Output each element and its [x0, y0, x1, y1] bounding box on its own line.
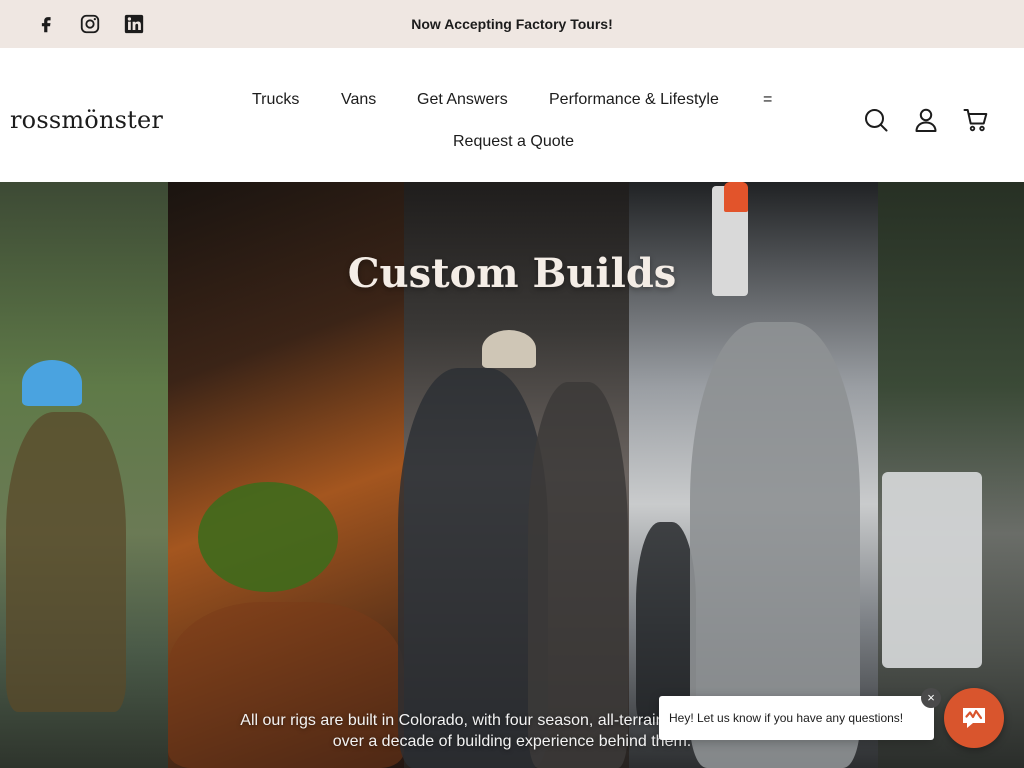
hero-figure-pepper: [198, 482, 338, 592]
hero-figure-man: [398, 368, 548, 768]
hero-figure-cap: [482, 330, 536, 368]
nav-more-menu[interactable]: =: [763, 91, 772, 109]
brand-logo[interactable]: rossmönster: [10, 106, 163, 134]
nav-get-answers[interactable]: Get Answers: [417, 91, 508, 109]
hero-banner: Custom Builds All our rigs are built in …: [0, 182, 1024, 768]
chat-greeting-text: Hey! Let us know if you have any questio…: [669, 711, 904, 725]
nav-vans[interactable]: Vans: [341, 91, 376, 109]
nav-request-quote[interactable]: Request a Quote: [453, 133, 574, 151]
site-header: rossmönster Trucks Vans Get Answers Perf…: [0, 48, 1024, 182]
announcement-text[interactable]: Now Accepting Factory Tours!: [0, 16, 1024, 32]
chat-close-button[interactable]: ×: [921, 688, 941, 708]
chat-launcher-button[interactable]: [944, 688, 1004, 748]
chat-icon: [963, 708, 985, 728]
account-icon[interactable]: [912, 106, 940, 134]
hero-figure-van: [636, 522, 696, 722]
hero-figure-can-top: [724, 182, 748, 212]
nav-performance-lifestyle[interactable]: Performance & Lifestyle: [549, 91, 719, 109]
nav-trucks[interactable]: Trucks: [252, 91, 299, 109]
hero-title: Custom Builds: [347, 250, 677, 297]
chat-greeting-bubble[interactable]: Hey! Let us know if you have any questio…: [659, 696, 934, 740]
cart-icon[interactable]: [962, 106, 990, 134]
search-icon[interactable]: [862, 106, 890, 134]
hero-figure-hat: [22, 360, 82, 406]
announcement-bar: Now Accepting Factory Tours!: [0, 0, 1024, 48]
hero-figure-truck: [882, 472, 982, 668]
